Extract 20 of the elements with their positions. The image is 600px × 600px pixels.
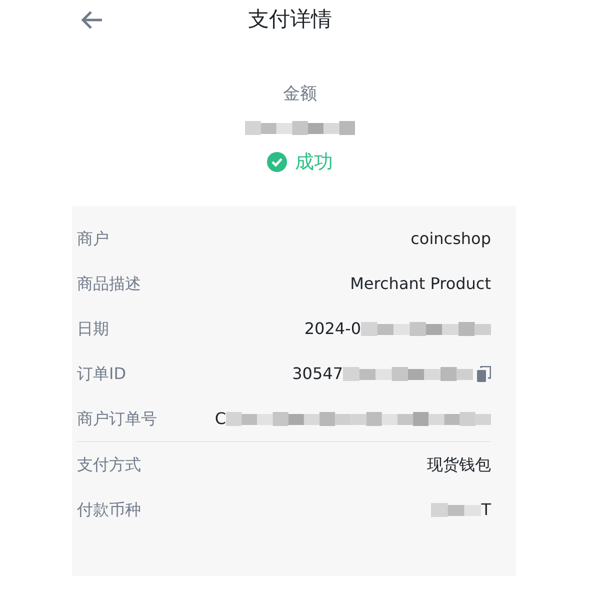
back-arrow-icon[interactable] [80,10,104,30]
check-circle-icon [267,152,287,172]
row-label: 商品描述 [77,272,141,294]
status-text: 成功 [295,150,333,174]
copy-icon[interactable] [477,366,491,382]
row-value: 现货钱包 [427,454,491,476]
row-label: 订单ID [77,362,126,384]
row-value: C [214,408,226,430]
row-value: Merchant Product [350,272,491,294]
amount-label: 金额 [283,83,317,106]
row-label: 商户 [77,228,109,250]
page-title: 支付详情 [248,6,332,34]
row-value: coincshop [410,228,491,250]
row-label: 日期 [77,318,109,340]
row-label: 支付方式 [77,454,141,476]
row-label: 商户订单号 [77,408,157,430]
row-value: 30547 [292,362,343,384]
row-value: T [481,498,491,520]
row-label: 付款币种 [77,498,141,520]
row-value: 2024-0 [304,318,361,340]
